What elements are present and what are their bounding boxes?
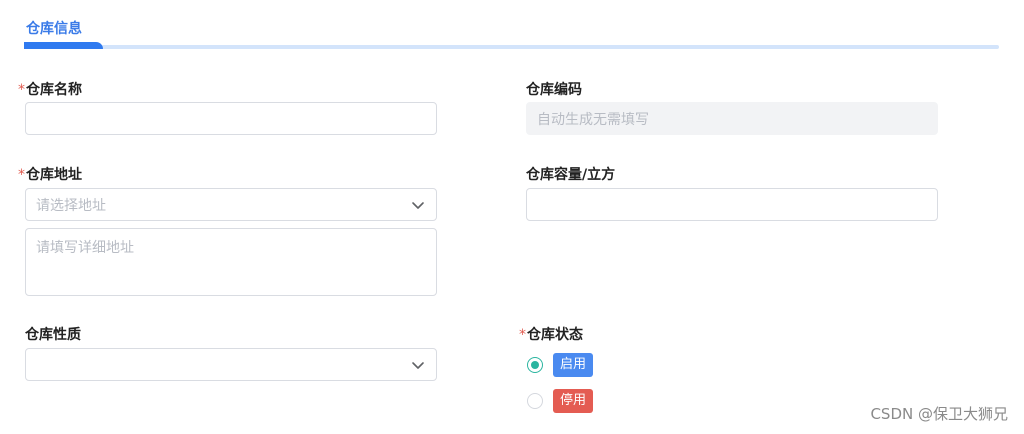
status-radio-disabled[interactable]: 停用 [527, 389, 594, 413]
status-tag-disabled[interactable]: 停用 [553, 389, 594, 413]
chevron-down-icon [412, 201, 424, 209]
address-detail-textarea[interactable]: 请填写详细地址 [25, 228, 437, 296]
radio-unchecked-icon[interactable] [527, 393, 543, 409]
status-tag-enabled[interactable]: 启用 [553, 353, 594, 377]
warehouse-name-label: *仓库名称 [18, 82, 82, 98]
warehouse-name-input[interactable] [25, 102, 437, 135]
address-select[interactable]: 请选择地址 [25, 188, 437, 221]
warehouse-nature-label: 仓库性质 [25, 327, 81, 343]
required-mark: * [18, 82, 25, 98]
warehouse-nature-select[interactable] [25, 348, 437, 381]
chevron-down-icon [412, 361, 424, 369]
warehouse-status-label: *仓库状态 [519, 327, 583, 343]
warehouse-code-label: 仓库编码 [526, 82, 582, 98]
address-select-placeholder: 请选择地址 [36, 197, 106, 214]
warehouse-capacity-label: 仓库容量/立方 [526, 167, 616, 183]
watermark: CSDN @保卫大狮兄 [870, 405, 1008, 423]
warehouse-code-input: 自动生成无需填写 [526, 102, 938, 135]
radio-checked-icon[interactable] [527, 357, 543, 373]
required-mark: * [519, 327, 526, 343]
tab-underline [24, 45, 999, 49]
tab-warehouse-info[interactable]: 仓库信息 [26, 18, 82, 38]
tab-active-indicator [24, 42, 103, 49]
warehouse-capacity-input[interactable] [526, 188, 938, 221]
required-mark: * [18, 167, 25, 183]
address-detail-placeholder: 请填写详细地址 [36, 240, 134, 256]
status-radio-enabled[interactable]: 启用 [527, 353, 594, 377]
warehouse-code-placeholder: 自动生成无需填写 [537, 111, 649, 128]
warehouse-address-label: *仓库地址 [18, 167, 82, 183]
